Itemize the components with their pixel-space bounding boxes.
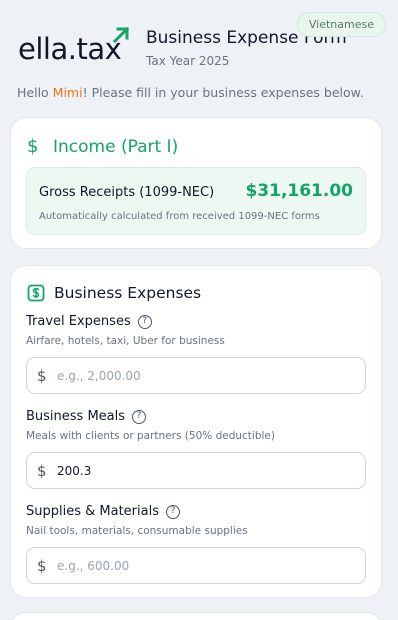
expenses-header: Business Expenses bbox=[27, 284, 201, 302]
help-icon[interactable]: ? bbox=[132, 409, 147, 424]
greeting-suffix: ! Please fill in your business expenses … bbox=[82, 85, 364, 100]
dollar-icon: $ bbox=[37, 556, 47, 575]
arrow-up-right-icon bbox=[112, 26, 130, 44]
field-label: Business Meals ? bbox=[26, 409, 366, 424]
greeting-text: Hello Mimi! Please fill in your business… bbox=[17, 85, 364, 100]
business-meals-description: Meals with clients or partners (50% dedu… bbox=[26, 430, 275, 442]
business-meals-input[interactable] bbox=[57, 463, 337, 478]
next-section-card bbox=[10, 612, 382, 620]
gross-receipts-value: $31,161.00 bbox=[245, 181, 353, 201]
travel-expenses-input-box[interactable]: $ bbox=[26, 357, 366, 394]
field-label: Supplies & Materials ? bbox=[26, 504, 366, 519]
field-label: Travel Expenses ? bbox=[26, 314, 366, 329]
travel-expenses-input[interactable] bbox=[57, 368, 337, 383]
supplies-materials-input-box[interactable]: $ bbox=[26, 547, 366, 584]
travel-expenses-label: Travel Expenses bbox=[26, 314, 131, 329]
dollar-icon: $ bbox=[37, 461, 47, 480]
dollar-icon: $ bbox=[37, 366, 47, 385]
language-selector[interactable]: Vietnamese bbox=[296, 12, 386, 37]
supplies-materials-input[interactable] bbox=[57, 558, 337, 573]
travel-expenses-field: Travel Expenses ? Airfare, hotels, taxi,… bbox=[26, 314, 366, 394]
greeting-prefix: Hello bbox=[17, 85, 53, 100]
gross-receipts-note: Automatically calculated from received 1… bbox=[39, 211, 320, 222]
tax-year: Tax Year 2025 bbox=[146, 54, 230, 68]
supplies-materials-description: Nail tools, materials, consumable suppli… bbox=[26, 525, 248, 537]
help-icon[interactable]: ? bbox=[137, 314, 152, 329]
business-meals-field: Business Meals ? Meals with clients or p… bbox=[26, 409, 366, 489]
dollar-bill-icon bbox=[27, 284, 45, 302]
income-card: $ Income (Part I) Gross Receipts (1099-N… bbox=[10, 117, 382, 249]
help-icon[interactable]: ? bbox=[165, 504, 180, 519]
gross-receipts-box: Gross Receipts (1099-NEC) $31,161.00 Aut… bbox=[26, 167, 366, 235]
income-header: $ Income (Part I) bbox=[27, 136, 178, 157]
dollar-icon: $ bbox=[27, 136, 39, 157]
gross-receipts-label: Gross Receipts (1099-NEC) bbox=[39, 185, 215, 200]
income-title: Income (Part I) bbox=[53, 136, 179, 157]
supplies-materials-label: Supplies & Materials bbox=[26, 504, 159, 519]
business-meals-input-box[interactable]: $ bbox=[26, 452, 366, 489]
business-expenses-card: Business Expenses Travel Expenses ? Airf… bbox=[10, 265, 382, 598]
ella-tax-logo: ella.tax bbox=[18, 32, 122, 66]
user-name: Mimi bbox=[52, 85, 83, 100]
expenses-title: Business Expenses bbox=[54, 284, 202, 302]
supplies-materials-field: Supplies & Materials ? Nail tools, mater… bbox=[26, 504, 366, 584]
travel-expenses-description: Airfare, hotels, taxi, Uber for business bbox=[26, 335, 225, 347]
business-meals-label: Business Meals bbox=[26, 409, 126, 424]
